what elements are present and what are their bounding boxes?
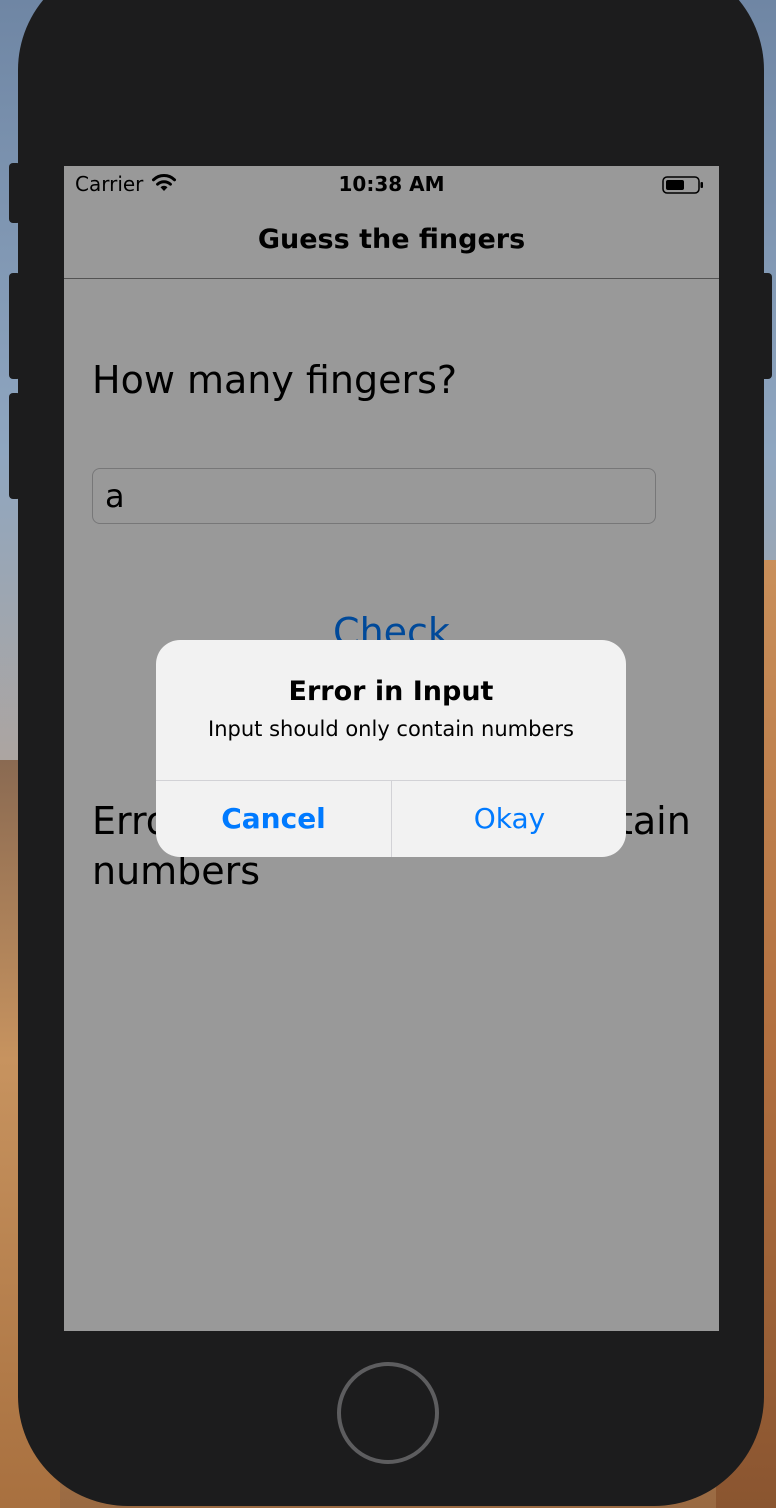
alert-okay-button[interactable]: Okay: [392, 781, 626, 857]
alert-message: Input should only contain numbers: [208, 717, 574, 741]
home-button[interactable]: [337, 1362, 439, 1464]
error-alert: Error in Input Input should only contain…: [156, 640, 626, 857]
alert-cancel-button[interactable]: Cancel: [156, 781, 391, 857]
alert-title: Error in Input: [288, 676, 494, 707]
app-screen: Carrier 10:38 AM Guess the fingers How m…: [64, 166, 719, 1331]
